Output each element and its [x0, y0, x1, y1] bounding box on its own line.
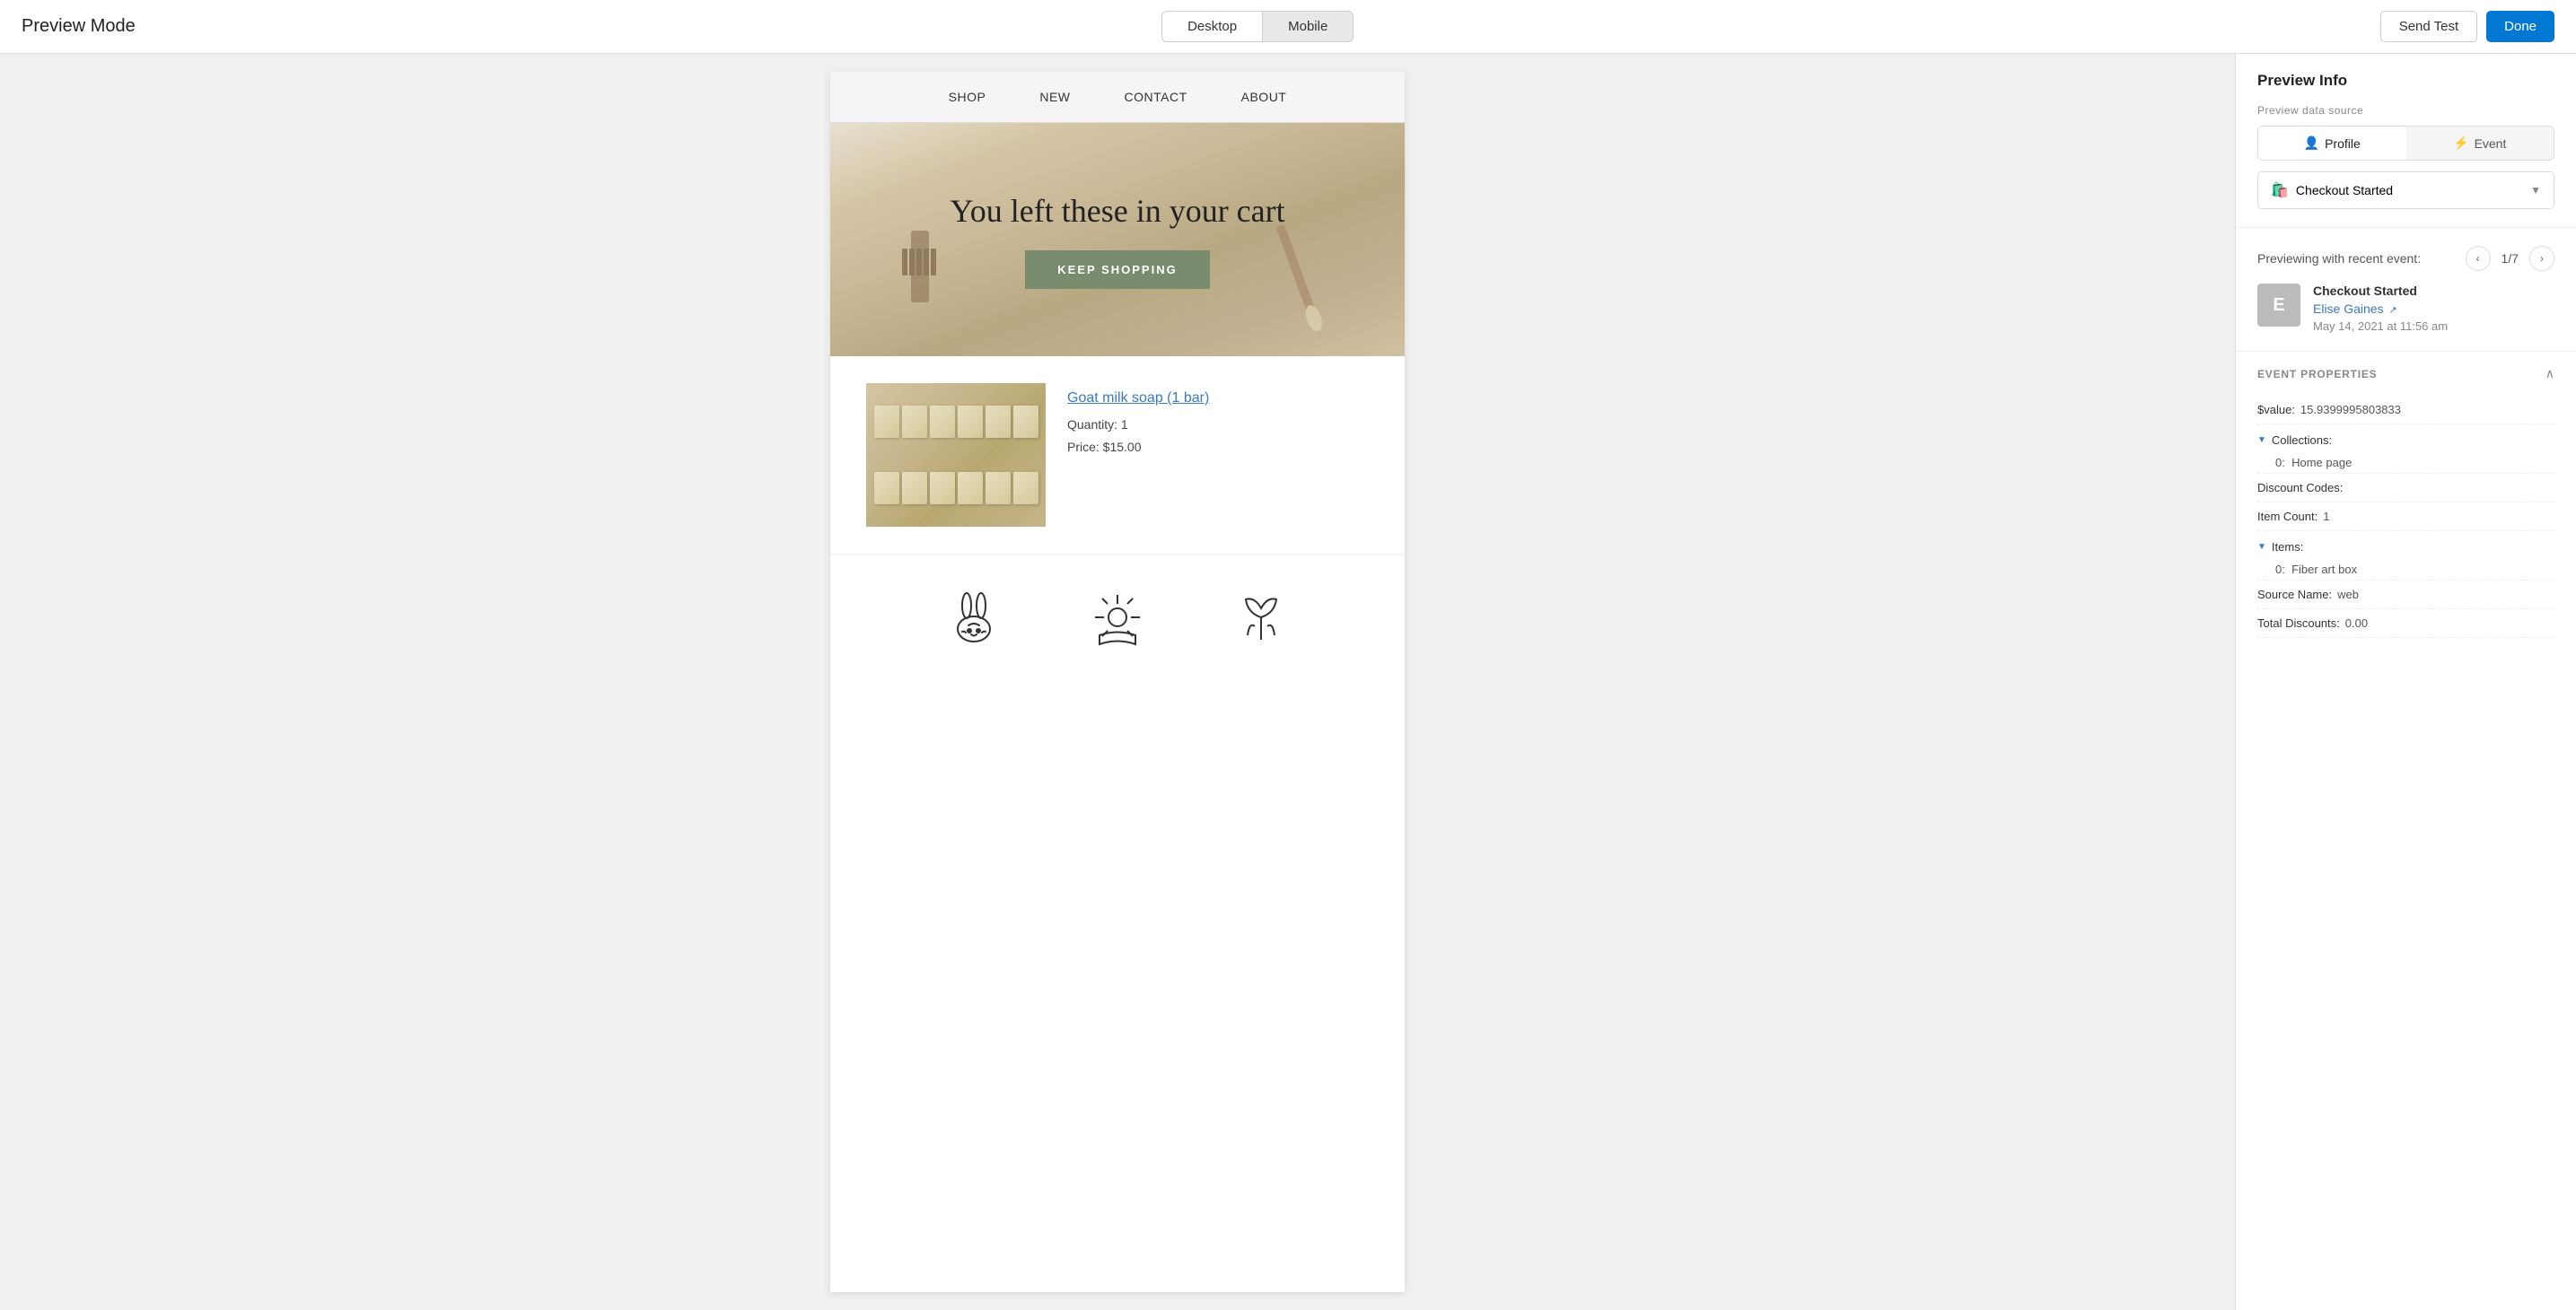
event-person-link[interactable]: Elise Gaines ↗: [2313, 301, 2554, 316]
nav-contact: CONTACT: [1125, 90, 1187, 104]
product-name-link[interactable]: Goat milk soap (1 bar): [1067, 390, 1369, 406]
data-source-tabs: 👤 Profile ⚡ Event: [2257, 126, 2554, 161]
product-price: Price: $15.00: [1067, 436, 1369, 458]
preview-area: SHOP NEW CONTACT ABOUT: [0, 54, 2235, 1310]
done-button[interactable]: Done: [2486, 11, 2554, 42]
desktop-toggle[interactable]: Desktop: [1161, 11, 1262, 42]
soap-bar: [902, 406, 927, 438]
soap-bar: [1013, 406, 1038, 438]
profile-tab[interactable]: 👤 Profile: [2258, 127, 2406, 160]
tulip-icon-container: [1225, 581, 1297, 653]
event-info: Checkout Started Elise Gaines ↗ May 14, …: [2313, 284, 2554, 333]
keep-shopping-button[interactable]: KEEP SHOPPING: [1025, 250, 1209, 289]
prop-item-count: Item Count: 1: [2257, 502, 2554, 531]
prop-items: ▼ Items: 0: Fiber art box: [2257, 535, 2554, 581]
dropdown-value: Checkout Started: [2296, 183, 2393, 197]
product-image: [866, 383, 1046, 527]
mobile-toggle[interactable]: Mobile: [1262, 11, 1354, 42]
soap-bar: [958, 406, 983, 438]
soap-bar: [930, 406, 955, 438]
soap-bar: [958, 472, 983, 504]
product-section: Goat milk soap (1 bar) Quantity: 1 Price…: [830, 356, 1405, 554]
bunny-icon: [942, 586, 1005, 649]
next-event-button[interactable]: ›: [2529, 246, 2554, 271]
event-name: Checkout Started: [2313, 284, 2554, 298]
preview-info-section: Preview Info Preview data source 👤 Profi…: [2236, 54, 2576, 228]
product-quantity: Quantity: 1: [1067, 414, 1369, 436]
dropdown-left: 🛍️ Checkout Started: [2271, 181, 2393, 199]
soap-bar: [986, 406, 1011, 438]
event-date: May 14, 2021 at 11:56 am: [2313, 319, 2554, 333]
sun-book-icon: [1086, 586, 1149, 649]
previewing-section: Previewing with recent event: ‹ 1/7 › E …: [2236, 228, 2576, 352]
data-source-label: Preview data source: [2257, 104, 2554, 117]
view-toggle-group: Desktop Mobile: [1161, 11, 1354, 42]
collections-toggle[interactable]: ▼ Collections:: [2257, 428, 2554, 452]
email-hero: You left these in your cart KEEP SHOPPIN…: [830, 123, 1405, 356]
event-tab[interactable]: ⚡ Event: [2406, 127, 2554, 160]
nav-shop: SHOP: [949, 90, 986, 104]
dropdown-arrow-icon: ▼: [2530, 184, 2541, 196]
item-item-0: 0: Fiber art box: [2257, 559, 2554, 581]
external-link-icon: ↗: [2388, 305, 2396, 316]
send-test-button[interactable]: Send Test: [2380, 11, 2477, 42]
preview-navigation: ‹ 1/7 ›: [2466, 246, 2554, 271]
event-tab-label: Event: [2475, 136, 2507, 151]
prop-total-discounts: Total Discounts: 0.00: [2257, 609, 2554, 638]
event-tab-icon: ⚡: [2453, 135, 2468, 151]
profile-tab-label: Profile: [2325, 136, 2361, 151]
event-counter: 1/7: [2502, 251, 2519, 266]
nav-new: NEW: [1039, 90, 1070, 104]
prop-source-name: Source Name: web: [2257, 581, 2554, 609]
hero-title: You left these in your cart: [950, 190, 1284, 232]
collapse-props-button[interactable]: ∧: [2545, 366, 2554, 381]
props-section-title: EVENT PROPERTIES: [2257, 368, 2378, 380]
soap-bars-decoration: [866, 383, 1046, 527]
topbar: Preview Mode Desktop Mobile Send Test Do…: [0, 0, 2576, 54]
soap-bar: [902, 472, 927, 504]
email-nav: SHOP NEW CONTACT ABOUT: [830, 72, 1405, 123]
footer-icons: [830, 554, 1405, 671]
previewing-label: Previewing with recent event:: [2257, 251, 2466, 266]
prop-discount-codes: Discount Codes:: [2257, 474, 2554, 502]
preview-mode-title: Preview Mode: [22, 16, 136, 37]
topbar-actions: Send Test Done: [2380, 11, 2554, 42]
items-toggle[interactable]: ▼ Items:: [2257, 535, 2554, 559]
soap-bar: [1013, 472, 1038, 504]
panel-title: Preview Info: [2257, 72, 2554, 90]
collection-item-0: 0: Home page: [2257, 452, 2554, 474]
props-header: EVENT PROPERTIES ∧: [2257, 366, 2554, 381]
tulip-icon: [1230, 586, 1292, 649]
event-dropdown[interactable]: 🛍️ Checkout Started ▼: [2257, 171, 2554, 209]
email-container: SHOP NEW CONTACT ABOUT: [830, 72, 1405, 1292]
prop-collections: ▼ Collections: 0: Home page: [2257, 428, 2554, 474]
bunny-icon-container: [938, 581, 1010, 653]
profile-tab-icon: 👤: [2304, 135, 2319, 151]
prop-value: $value: 15.9399995803833: [2257, 396, 2554, 424]
event-properties-section: EVENT PROPERTIES ∧ $value: 15.9399995803…: [2236, 352, 2576, 652]
nav-about: ABOUT: [1241, 90, 1287, 104]
soap-bar: [930, 472, 955, 504]
soap-bar: [986, 472, 1011, 504]
soap-bar: [874, 472, 899, 504]
event-avatar: E: [2257, 284, 2300, 327]
prev-event-button[interactable]: ‹: [2466, 246, 2491, 271]
shopify-icon: 🛍️: [2271, 181, 2289, 199]
right-panel: Preview Info Preview data source 👤 Profi…: [2235, 54, 2576, 1310]
hero-overlay: You left these in your cart KEEP SHOPPIN…: [830, 123, 1405, 356]
sun-icon-container: [1082, 581, 1153, 653]
main-layout: SHOP NEW CONTACT ABOUT: [0, 54, 2576, 1310]
event-card: E Checkout Started Elise Gaines ↗ May 14…: [2257, 284, 2554, 333]
soap-bar: [874, 406, 899, 438]
product-info: Goat milk soap (1 bar) Quantity: 1 Price…: [1067, 383, 1369, 458]
